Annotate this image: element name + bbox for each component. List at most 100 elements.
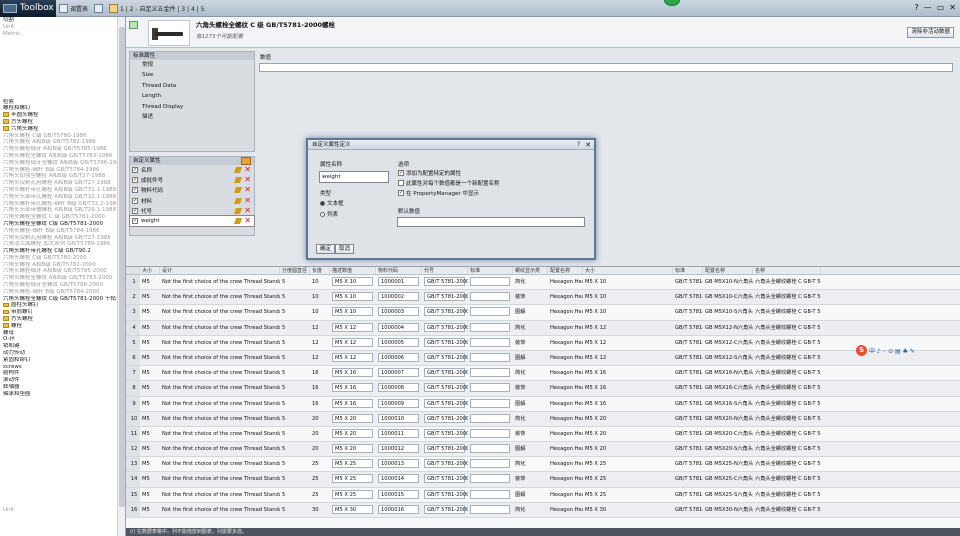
table-cell[interactable]: 16 [310,397,330,411]
setup-button[interactable]: 调置表 [56,3,91,13]
cell-input[interactable]: M5 X 20 [332,444,374,454]
table-cell[interactable]: M5 [140,488,160,502]
table-cell[interactable]: Hexagon Head Bolt-Full Thread-Product Gr… [548,488,583,502]
cell-input[interactable]: 1000006 [378,352,420,362]
tree-item[interactable]: 六角头螺栓-细杆 B级 GB/T5784-1986 [0,167,125,174]
table-cell[interactable]: GB/T 5781-2000 [422,488,468,502]
cell-input[interactable] [470,489,511,499]
cell-input[interactable]: 1000007 [378,368,420,378]
row-number[interactable]: 14 [126,472,140,487]
column-header[interactable]: 标准 [673,267,703,274]
table-cell[interactable]: M5 X 20 [583,442,673,456]
table-cell[interactable]: 20 [310,442,330,456]
delete-icon[interactable]: ✕ [244,206,251,215]
table-cell[interactable]: GB/T 5781-2000 [673,503,703,517]
tree-item[interactable]: 轴承和垫圈 [0,391,125,398]
table-cell[interactable]: Hexagon Head Bolt-Full Thread-Product Gr… [548,321,583,335]
table-cell[interactable]: GB/T 5781-2000 [673,472,703,486]
tree-item[interactable]: 方头螺栓 [0,316,125,323]
table-cell[interactable]: GB/T 5781-2000 [673,397,703,411]
cell-input[interactable]: M5 X 12 [332,322,374,332]
table-cell[interactable] [468,503,513,517]
clear-inactive-button[interactable]: 清除非活动数据 [907,27,954,38]
table-cell[interactable]: M5 X 25 [330,472,376,486]
row-number[interactable]: 12 [126,442,140,457]
tree-item[interactable]: 六角头螺栓 A和B级 GB/T5782-2000 [0,262,125,269]
tree-item[interactable]: 六角法兰面螺栓 加大系列 GB/T5789-1986 [0,241,125,248]
table-cell[interactable]: 图解 [513,305,548,319]
table-cell[interactable]: 六角头全螺纹螺栓 C GB-T 5781-2000 - M5X10-C [753,290,821,304]
table-cell[interactable]: 简化 [513,275,548,289]
tree-item[interactable]: 六角头螺杆带孔螺栓 C级 GB/T90.2 [0,248,125,255]
table-cell[interactable]: GB/T 5781-2000 [673,351,703,365]
standard-property-item[interactable]: Length [130,91,254,101]
table-cell[interactable]: GB M5X10-S六角头螺栓 [703,305,753,319]
cell-input[interactable] [470,307,511,317]
table-cell[interactable] [468,351,513,365]
row-number[interactable]: 3 [126,305,140,320]
tree-item[interactable]: 滚动件 [0,377,125,384]
row-number[interactable]: 15 [126,487,140,502]
tree-item[interactable]: 六角头螺栓全螺纹 C级 GB/T5781-2000 千帖 [0,296,125,303]
cell-input[interactable]: GB/T 5781-2000 [424,383,468,393]
column-header[interactable]: 物料代码 [376,267,422,274]
table-row[interactable]: 16 M5 Not the first choice of the crew Thr… [126,502,960,518]
table-cell[interactable]: M5 X 25 [583,457,673,471]
dialog-close-button[interactable]: ✕ [585,140,591,150]
table-cell[interactable]: 5 [280,321,310,335]
cell-input[interactable]: M5 X 10 [332,277,374,286]
table-cell[interactable]: 简化 [513,366,548,380]
table-cell[interactable]: 六角头全螺纹螺栓 C GB-T 5781-2000 - M5X20-C [753,427,821,441]
tree-item[interactable] [0,58,125,65]
cell-input[interactable]: 1000011 [378,428,420,438]
cell-input[interactable] [470,413,511,423]
delete-icon[interactable]: ✕ [244,186,251,194]
table-row[interactable]: 8 M5 Not the first choice of the crew Thre… [126,381,960,397]
table-cell[interactable]: Hexagon Head Bolt-Full Thread-Product Gr… [548,503,583,517]
cell-input[interactable]: M5 X 12 [332,337,374,347]
table-cell[interactable]: Hexagon Head Bolt-Full Thread-Product Gr… [548,412,583,426]
table-cell[interactable] [468,412,513,426]
row-number[interactable]: 7 [126,366,140,381]
column-header[interactable]: 长度 [310,267,330,274]
table-cell[interactable]: 25 [310,472,330,486]
custom-property-row[interactable]: ✓ weight ✕ [129,214,255,228]
table-cell[interactable]: GB M5X10-C六角头螺栓 [703,290,753,304]
tree-item[interactable]: 六角头螺栓-细杆 B级 GB/T5784-2000 [0,289,125,296]
table-cell[interactable]: GB/T 5781-2000 [673,488,703,502]
table-cell[interactable]: 20 [310,427,330,441]
tree-item[interactable]: 圆柱头螺钉 [0,302,125,309]
table-cell[interactable]: M5 X 30 [330,503,376,517]
column-header[interactable]: 配置名称 [548,267,583,274]
back-arrow-icon[interactable] [129,21,138,29]
table-cell[interactable]: M5 X 16 [583,366,673,380]
column-header[interactable]: 螺纹显示类 [513,267,548,274]
cell-input[interactable]: GB/T 5781-2000 [424,337,468,347]
tree-item[interactable]: 检索 [0,99,125,106]
table-cell[interactable]: M5 X 12 [330,321,376,335]
row-number[interactable]: 8 [126,381,140,396]
table-cell[interactable]: 1000001 [376,275,422,289]
table-cell[interactable]: M5 X 16 [330,366,376,380]
delete-icon[interactable]: ✕ [244,216,251,225]
table-cell[interactable]: GB/T 5781-2000 [422,275,468,289]
cell-input[interactable]: 1000016 [378,504,420,514]
table-cell[interactable] [468,442,513,456]
table-cell[interactable]: Not the first choice of the crew Thread … [160,427,280,441]
table-cell[interactable]: M5 [140,412,160,426]
table-cell[interactable]: M5 [140,290,160,304]
tree-item[interactable]: 六角头螺栓全螺纹 A和B级 GB/T5783-2000 [0,275,125,282]
table-cell[interactable]: 5 [280,290,310,304]
cell-input[interactable]: GB/T 5781-2000 [424,413,468,423]
table-cell[interactable]: GB M5X20-N六角头螺栓 [703,412,753,426]
table-cell[interactable]: M5 X 25 [330,488,376,502]
tree-item[interactable]: 联轴器 [0,384,125,391]
type-list-radio[interactable]: 列表 [320,210,338,218]
table-cell[interactable]: 六角头全螺纹螺栓 C GB-T 5781-2000 - M5X12-N [753,321,821,335]
table-cell[interactable]: GB M5X16-S六角头螺栓 [703,397,753,411]
table-cell[interactable]: GB/T 5781-2000 [673,321,703,335]
cell-input[interactable]: 1000012 [378,444,420,454]
table-cell[interactable]: 5 [280,427,310,441]
table-row[interactable]: 10 M5 Not the first choice of the crew Thr… [126,411,960,427]
column-header[interactable]: 名称 [753,267,821,274]
